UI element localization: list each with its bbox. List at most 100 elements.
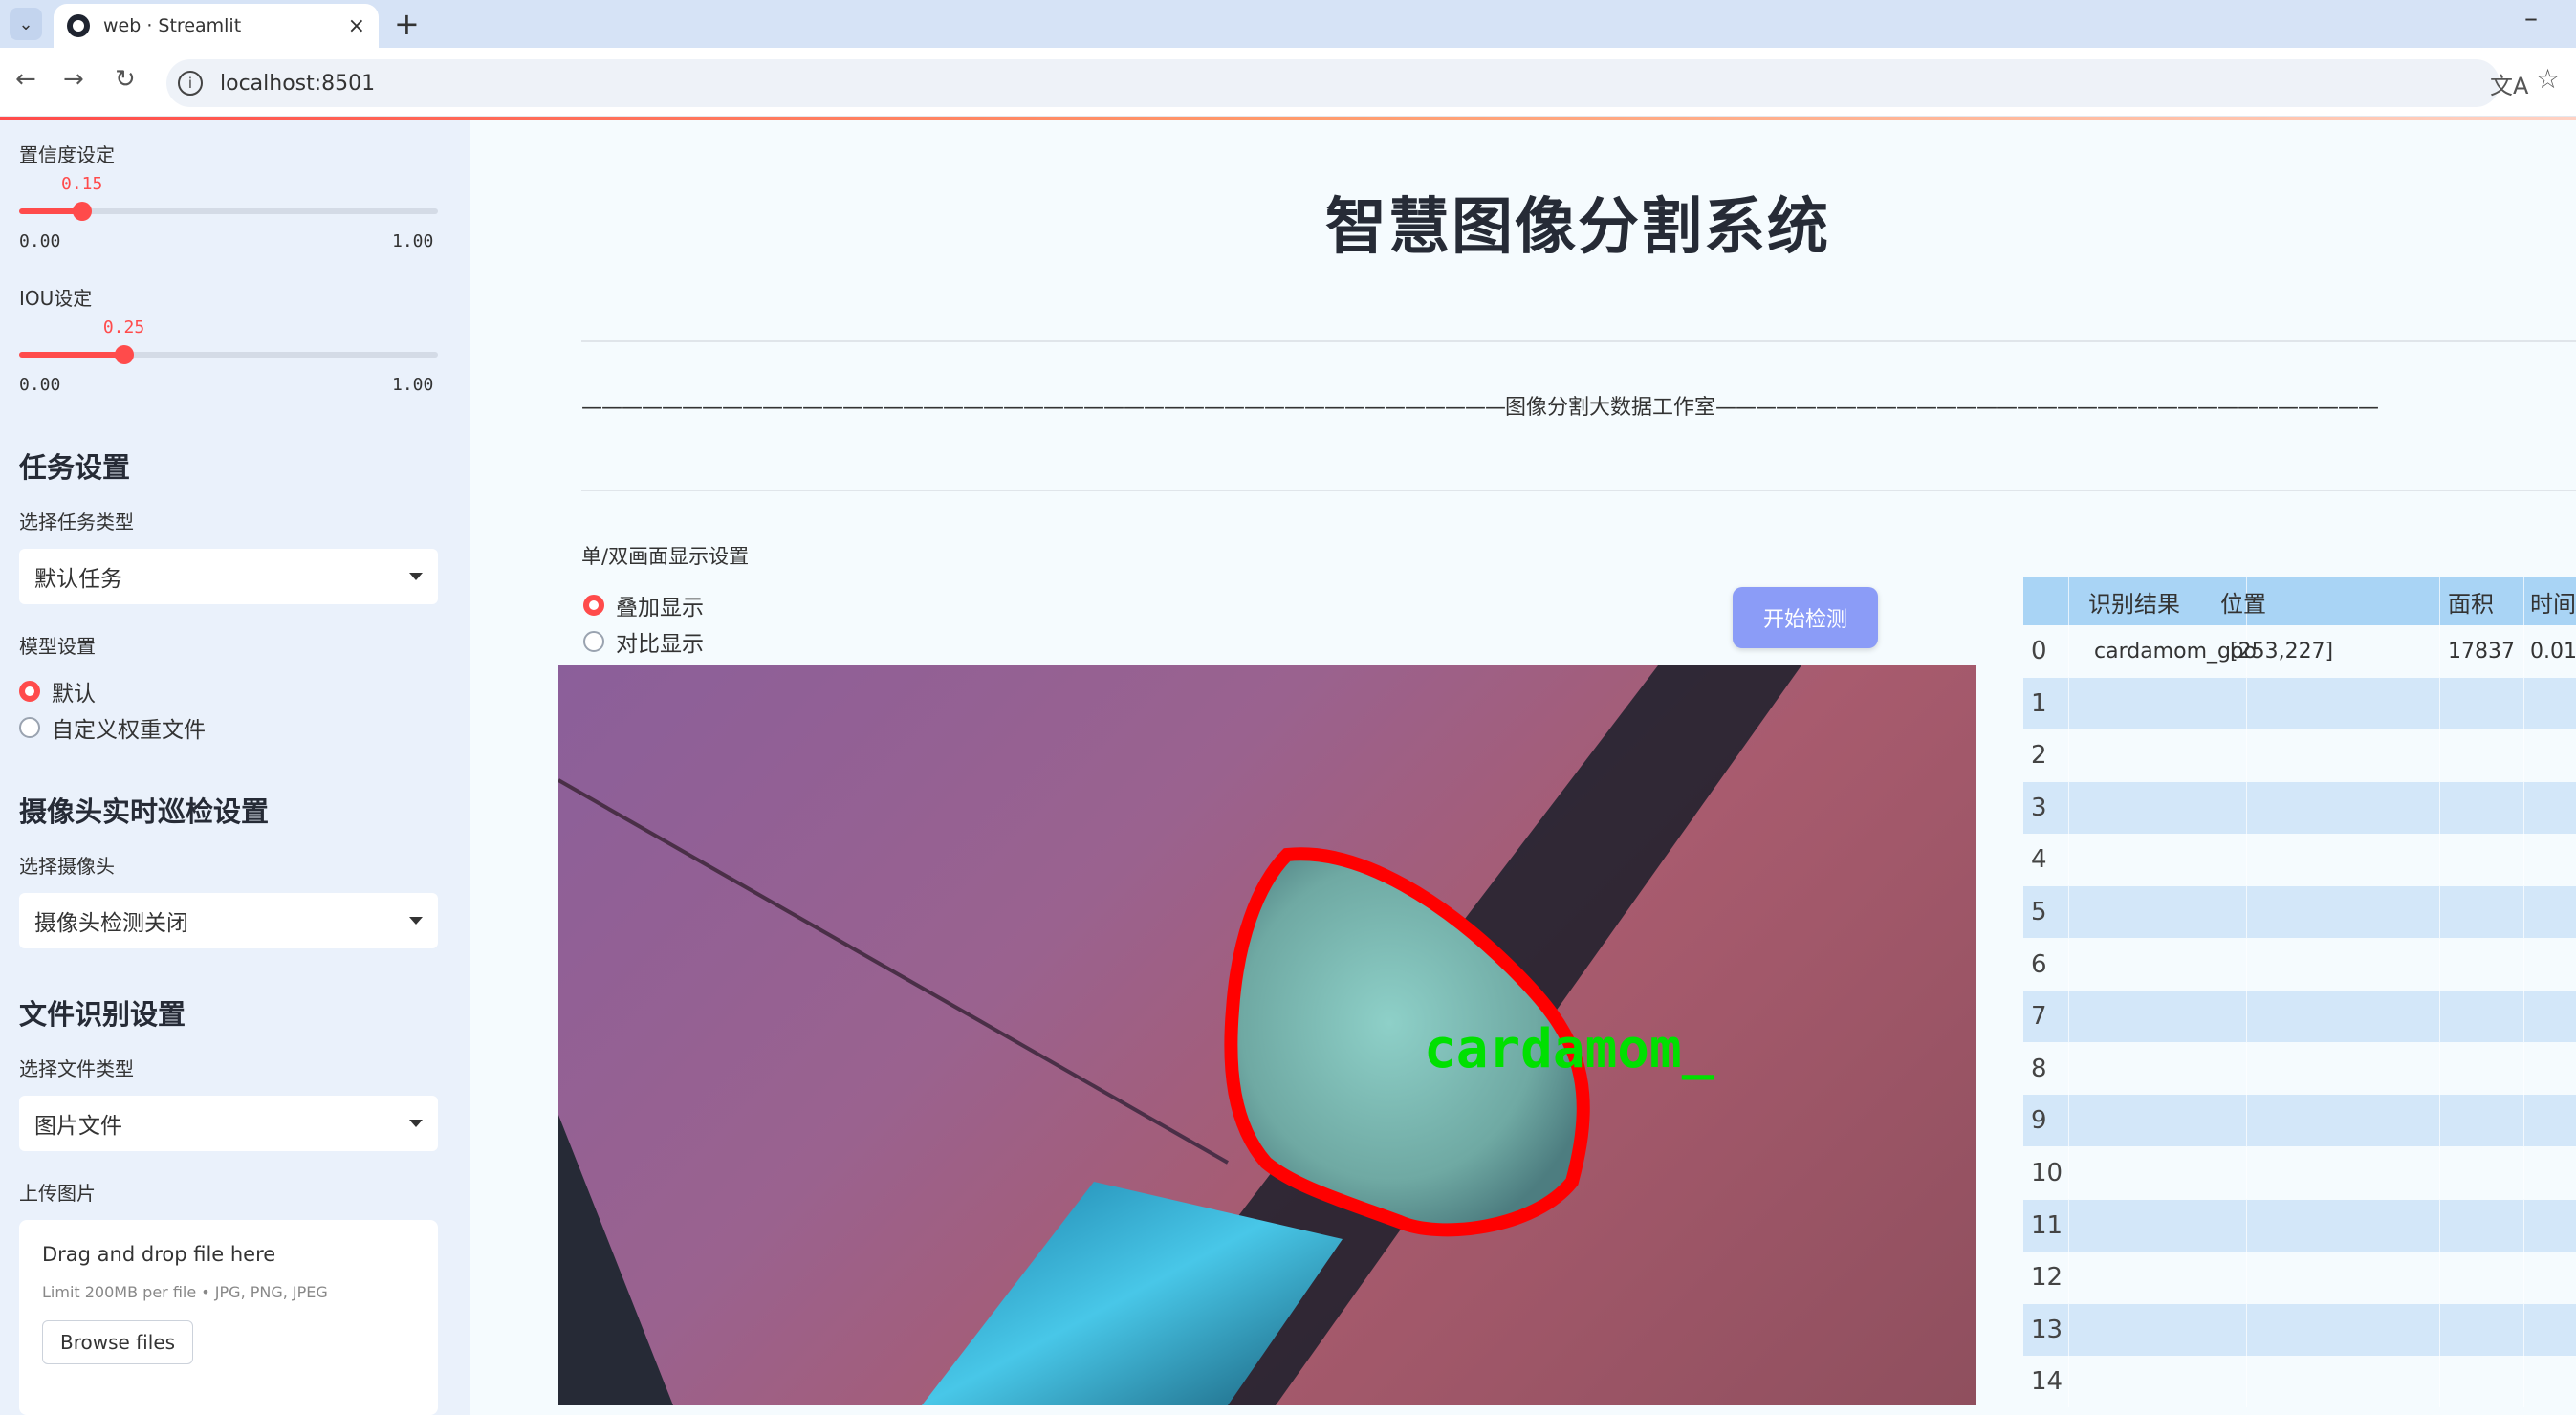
radio-selected-icon[interactable] <box>19 681 40 702</box>
task-type-label: 选择任务类型 <box>19 511 134 533</box>
divider <box>581 490 2576 491</box>
table-row[interactable]: 9 <box>2023 1095 2576 1147</box>
table-row[interactable]: 2 <box>2023 729 2576 782</box>
time-cell <box>2524 1095 2576 1146</box>
banner-dashes-right: ————————————————————————————————————————… <box>1715 396 2379 420</box>
row-index: 3 <box>2023 781 2069 834</box>
position-cell <box>2201 729 2440 782</box>
display-option-label: 叠加显示 <box>616 596 704 620</box>
time-cell <box>2524 1356 2576 1407</box>
camera-select[interactable]: 摄像头检测关闭 <box>19 893 438 948</box>
row-index: 5 <box>2023 886 2069 938</box>
back-icon[interactable]: ← <box>15 65 36 94</box>
time-cell: 0.01 <box>2524 625 2576 677</box>
time-cell <box>2524 729 2576 781</box>
row-index: 7 <box>2023 990 2069 1043</box>
column-header[interactable]: 面积 <box>2440 577 2524 625</box>
table-row[interactable]: 12 <box>2023 1252 2576 1304</box>
table-row[interactable]: 0 cardamom_goo [253,227] 17837 0.01 <box>2023 625 2576 677</box>
streamlit-favicon-icon <box>67 14 90 37</box>
area-cell <box>2440 1147 2524 1199</box>
iou-min: 0.00 <box>19 375 61 395</box>
display-option-overlay[interactable]: 叠加显示 <box>583 589 704 621</box>
url-field[interactable]: i localhost:8501 <box>166 59 2500 107</box>
reload-icon[interactable]: ↻ <box>115 65 136 94</box>
column-header[interactable]: 位置 <box>2201 577 2440 625</box>
tab-search-icon[interactable]: ⌄ <box>10 8 42 40</box>
model-option-default[interactable]: 默认 <box>19 675 96 708</box>
table-row[interactable]: 1 <box>2023 677 2576 729</box>
browser-tab[interactable]: web · Streamlit × <box>54 4 379 48</box>
table-row[interactable]: 3 <box>2023 781 2576 834</box>
table-row[interactable]: 14 <box>2023 1356 2576 1408</box>
chevron-down-icon <box>409 573 423 580</box>
model-option-label: 默认 <box>52 682 96 707</box>
iou-max: 1.00 <box>392 375 434 395</box>
time-cell <box>2524 834 2576 885</box>
area-cell <box>2440 1252 2524 1304</box>
results-table[interactable]: 识别结果 位置 面积 时间 0 cardamom_goo [253,227] 1783… <box>2023 577 2576 1415</box>
translate-icon[interactable]: 文A <box>2490 67 2528 100</box>
table-row[interactable]: 11 <box>2023 1199 2576 1252</box>
radio-unselected-icon[interactable] <box>19 717 40 738</box>
position-cell <box>2201 1303 2440 1356</box>
area-cell <box>2440 1199 2524 1252</box>
new-tab-icon[interactable]: + <box>394 6 420 42</box>
start-detection-button[interactable]: 开始检测 <box>1733 587 1878 648</box>
camera-settings-heading: 摄像头实时巡检设置 <box>19 795 270 828</box>
row-index: 11 <box>2023 1199 2069 1252</box>
banner-dashes-left: ————————————————————————————————————————… <box>581 396 1506 420</box>
row-index: 14 <box>2023 1356 2069 1408</box>
confidence-slider[interactable] <box>19 202 438 221</box>
task-type-value: 默认任务 <box>34 567 122 592</box>
crease-line <box>558 778 1229 1165</box>
iou-label: IOU设定 <box>19 287 93 310</box>
time-cell <box>2524 678 2576 729</box>
iou-slider[interactable] <box>19 345 438 364</box>
divider <box>581 340 2576 342</box>
column-header[interactable]: 时间 <box>2524 577 2576 625</box>
table-row[interactable]: 13 <box>2023 1303 2576 1356</box>
position-cell <box>2201 938 2440 990</box>
area-cell <box>2440 938 2524 990</box>
table-row[interactable]: 6 <box>2023 938 2576 990</box>
table-row[interactable]: 8 <box>2023 1042 2576 1095</box>
table-row[interactable]: 10 <box>2023 1147 2576 1199</box>
browse-files-button[interactable]: Browse files <box>42 1320 194 1364</box>
iou-slider-fill <box>19 352 124 358</box>
time-cell <box>2524 1043 2576 1095</box>
browser-tab-strip: ⌄ web · Streamlit × + – <box>0 0 2576 48</box>
sidebar: 置信度设定 0.15 0.00 1.00 IOU设定 0.25 0.00 1.0… <box>0 120 470 1415</box>
table-row[interactable]: 7 <box>2023 990 2576 1043</box>
file-uploader-dropzone[interactable]: Drag and drop file here Limit 200MB per … <box>19 1220 438 1415</box>
file-type-value: 图片文件 <box>34 1114 122 1139</box>
table-row[interactable]: 5 <box>2023 886 2576 938</box>
model-option-custom[interactable]: 自定义权重文件 <box>19 711 206 744</box>
area-cell <box>2440 990 2524 1043</box>
tab-close-icon[interactable]: × <box>348 14 365 38</box>
position-cell <box>2201 990 2440 1043</box>
chevron-down-icon <box>409 1120 423 1127</box>
display-option-compare[interactable]: 对比显示 <box>583 625 704 658</box>
time-cell <box>2524 939 2576 990</box>
file-type-select[interactable]: 图片文件 <box>19 1096 438 1151</box>
bookmark-star-icon[interactable]: ☆ <box>2536 63 2560 95</box>
area-cell <box>2440 1095 2524 1147</box>
position-cell <box>2201 677 2440 729</box>
radio-unselected-icon[interactable] <box>583 631 604 652</box>
confidence-slider-thumb[interactable] <box>72 202 92 221</box>
area-cell <box>2440 886 2524 938</box>
iou-slider-thumb[interactable] <box>114 345 134 364</box>
confidence-min: 0.00 <box>19 231 61 251</box>
radio-selected-icon[interactable] <box>583 595 604 616</box>
position-cell <box>2201 781 2440 834</box>
site-info-icon[interactable]: i <box>178 71 203 96</box>
detection-label: cardamom_ <box>1424 1018 1714 1080</box>
upload-dropzone-title: Drag and drop file here <box>42 1243 276 1266</box>
table-row[interactable]: 4 <box>2023 834 2576 886</box>
forward-icon[interactable]: → <box>63 65 84 94</box>
dark-corner-shape <box>558 1115 673 1405</box>
minimize-icon[interactable]: – <box>2524 2 2538 33</box>
task-type-select[interactable]: 默认任务 <box>19 549 438 604</box>
position-cell <box>2201 1199 2440 1252</box>
